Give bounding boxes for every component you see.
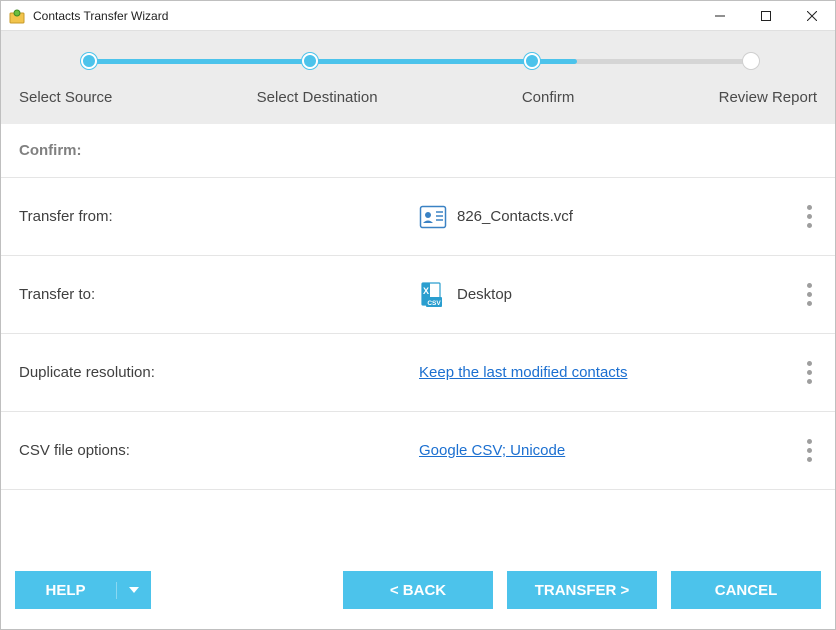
- window-title: Contacts Transfer Wizard: [33, 9, 697, 23]
- kebab-csv-options[interactable]: [797, 431, 821, 470]
- svg-text:CSV: CSV: [427, 300, 441, 307]
- back-button[interactable]: < BACK: [343, 571, 493, 609]
- app-icon: [9, 8, 25, 24]
- kebab-transfer-to[interactable]: [797, 275, 821, 314]
- help-button-label: HELP: [15, 582, 117, 599]
- vcf-icon: [419, 203, 447, 231]
- csv-icon: CSV X: [419, 281, 447, 309]
- close-button[interactable]: [789, 1, 835, 31]
- transfer-from-value: 826_Contacts.vcf: [457, 208, 573, 225]
- step-node-3: [524, 53, 540, 69]
- wizard-window: Contacts Transfer Wizard Select Source S…: [0, 0, 836, 630]
- transfer-from-label: Transfer from:: [19, 208, 419, 225]
- kebab-transfer-from[interactable]: [797, 197, 821, 236]
- minimize-button[interactable]: [697, 1, 743, 31]
- svg-text:X: X: [423, 286, 429, 296]
- transfer-to-value: Desktop: [457, 286, 512, 303]
- row-duplicate-resolution: Duplicate resolution: Keep the last modi…: [1, 334, 835, 412]
- row-csv-options: CSV file options: Google CSV; Unicode: [1, 412, 835, 490]
- cancel-button[interactable]: CANCEL: [671, 571, 821, 609]
- transfer-button[interactable]: TRANSFER >: [507, 571, 657, 609]
- kebab-duplicate-resolution[interactable]: [797, 353, 821, 392]
- help-button[interactable]: HELP: [15, 571, 151, 609]
- step-label-2: Select Destination: [257, 89, 378, 106]
- step-label-1: Select Source: [19, 89, 112, 106]
- section-heading: Confirm:: [1, 124, 835, 178]
- step-label-3: Confirm: [522, 89, 575, 106]
- csv-options-link[interactable]: Google CSV; Unicode: [419, 442, 565, 459]
- titlebar: Contacts Transfer Wizard: [1, 1, 835, 31]
- step-node-2: [302, 53, 318, 69]
- row-transfer-to: Transfer to: CSV X Desktop: [1, 256, 835, 334]
- help-dropdown-caret[interactable]: [117, 587, 151, 593]
- duplicate-resolution-link[interactable]: Keep the last modified contacts: [419, 364, 627, 381]
- chevron-down-icon: [129, 587, 139, 593]
- stepper: Select Source Select Destination Confirm…: [1, 31, 835, 124]
- step-node-4: [743, 53, 759, 69]
- row-transfer-from: Transfer from: 826_Contacts.vcf: [1, 178, 835, 256]
- transfer-to-label: Transfer to:: [19, 286, 419, 303]
- maximize-button[interactable]: [743, 1, 789, 31]
- csv-options-label: CSV file options:: [19, 442, 419, 459]
- duplicate-resolution-label: Duplicate resolution:: [19, 364, 419, 381]
- step-node-1: [81, 53, 97, 69]
- footer: HELP < BACK TRANSFER > CANCEL: [1, 557, 835, 629]
- step-label-4: Review Report: [719, 89, 817, 106]
